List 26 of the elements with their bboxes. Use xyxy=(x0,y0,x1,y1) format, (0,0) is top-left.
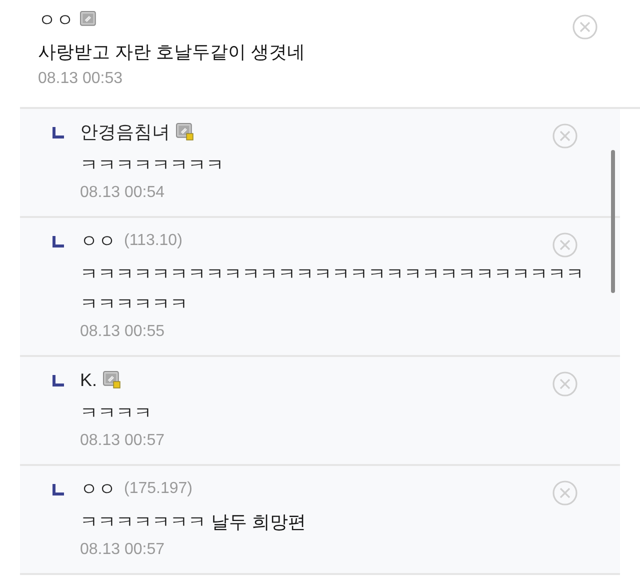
comment-text: ㅋㅋㅋㅋㅋㅋㅋㅋ xyxy=(80,154,225,177)
close-icon[interactable] xyxy=(552,123,578,149)
close-icon[interactable] xyxy=(552,232,578,258)
author-name: ㅇㅇ xyxy=(80,230,116,252)
close-icon[interactable] xyxy=(552,371,578,397)
member-icon xyxy=(103,371,122,389)
author-name: 안경음침녀 xyxy=(80,120,170,144)
author-name: K. xyxy=(80,368,98,392)
comment-text: ㅋㅋㅋㅋㅋㅋㅋ 날두 희망편 xyxy=(80,511,308,534)
close-icon[interactable] xyxy=(572,14,598,40)
author-name: ㅇㅇ xyxy=(38,8,74,32)
author-name: ㅇㅇ xyxy=(80,478,116,500)
close-icon[interactable] xyxy=(552,480,578,506)
comment-time: 08.13 00:55 xyxy=(80,322,166,342)
ip-address: (175.197) xyxy=(124,479,192,499)
comment-time: 08.13 00:53 xyxy=(38,69,124,89)
comment-text: ㅋㅋㅋㅋㅋㅋㅋㅋㅋㅋㅋㅋㅋㅋㅋㅋㅋㅋㅋㅋㅋㅋㅋㅋㅋㅋㅋㅋㅋㅋㅋㅋㅋㅋ xyxy=(80,263,585,316)
member-icon xyxy=(80,11,98,29)
member-icon xyxy=(176,123,194,141)
ip-address: (113.10) xyxy=(124,231,182,251)
comment-time: 08.13 00:57 xyxy=(80,540,166,560)
comment-text: 사랑받고 자란 호날두같이 생겻네 xyxy=(38,41,306,64)
comment-text: ㅋㅋㅋㅋ xyxy=(80,402,153,425)
scrollbar[interactable] xyxy=(611,150,615,293)
comment-time: 08.13 00:57 xyxy=(80,431,166,451)
comment-time: 08.13 00:54 xyxy=(80,183,166,203)
